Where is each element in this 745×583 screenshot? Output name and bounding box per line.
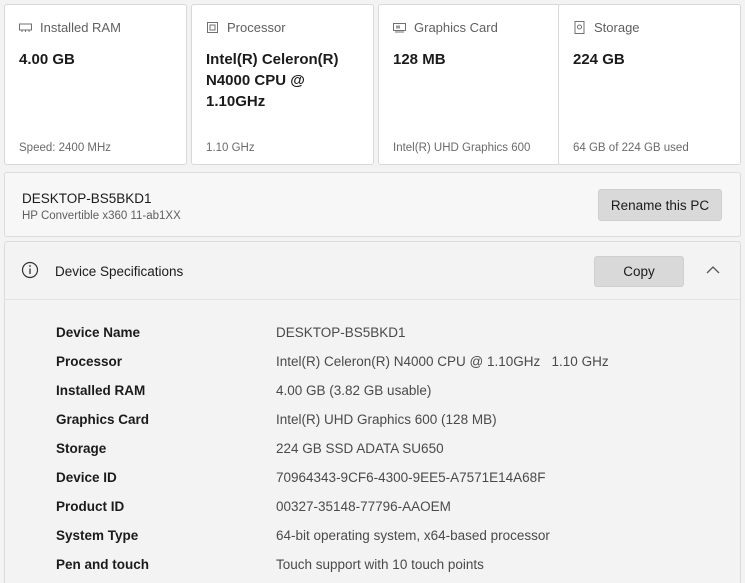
card-storage: Storage 224 GB 64 GB of 224 GB used: [558, 4, 741, 165]
card-value: 128 MB: [393, 51, 446, 68]
rename-pc-button[interactable]: Rename this PC: [598, 189, 722, 221]
card-value: 4.00 GB: [19, 51, 75, 68]
spec-value: Intel(R) UHD Graphics 600 (128 MB): [276, 412, 497, 427]
spec-row-graphics-card: Graphics Card Intel(R) UHD Graphics 600 …: [5, 405, 740, 434]
card-detail: Intel(R) UHD Graphics 600: [393, 142, 531, 154]
pc-model: HP Convertible x360 11-ab1XX: [22, 210, 181, 222]
spec-row-product-id: Product ID 00327-35148-77796-AAOEM: [5, 492, 740, 521]
device-specifications-header[interactable]: Device Specifications Copy: [5, 242, 740, 300]
spec-row-device-name: Device Name DESKTOP-BS5BKD1: [5, 318, 740, 347]
spec-row-pen-and-touch: Pen and touch Touch support with 10 touc…: [5, 550, 740, 579]
card-detail: 64 GB of 224 GB used: [573, 142, 689, 154]
summary-cards: Installed RAM 4.00 GB Speed: 2400 MHz Pr…: [4, 4, 741, 166]
card-header: Installed RAM: [19, 20, 121, 35]
spec-row-installed-ram: Installed RAM 4.00 GB (3.82 GB usable): [5, 376, 740, 405]
card-label: Storage: [594, 20, 640, 35]
spec-row-processor: Processor Intel(R) Celeron(R) N4000 CPU …: [5, 347, 740, 376]
card-label: Installed RAM: [40, 20, 121, 35]
spec-row-storage: Storage 224 GB SSD ADATA SU650: [5, 434, 740, 463]
spec-key: Device ID: [56, 470, 117, 485]
card-header: Processor: [206, 20, 286, 35]
spec-value: Touch support with 10 touch points: [276, 557, 484, 572]
card-label: Graphics Card: [414, 20, 498, 35]
pc-name: DESKTOP-BS5BKD1: [22, 191, 152, 206]
spec-row-device-id: Device ID 70964343-9CF6-4300-9EE5-A7571E…: [5, 463, 740, 492]
spec-value: 00327-35148-77796-AAOEM: [276, 499, 451, 514]
spec-value: 224 GB SSD ADATA SU650: [276, 441, 444, 456]
card-graphics-card: Graphics Card 128 MB Intel(R) UHD Graphi…: [378, 4, 561, 165]
spec-value: DESKTOP-BS5BKD1: [276, 325, 406, 340]
chevron-up-icon[interactable]: [705, 264, 721, 276]
spec-key: Product ID: [56, 499, 125, 514]
ram-icon: [19, 23, 32, 32]
spec-key: Graphics Card: [56, 412, 150, 427]
spec-key: Pen and touch: [56, 557, 150, 572]
graphics-card-icon: [393, 23, 406, 33]
spec-key: Device Name: [56, 325, 141, 340]
card-detail: Speed: 2400 MHz: [19, 142, 112, 154]
spec-value: 70964343-9CF6-4300-9EE5-A7571E14A68F: [276, 470, 546, 485]
copy-button[interactable]: Copy: [594, 256, 684, 287]
spec-key: System Type: [56, 528, 139, 543]
spec-value: Intel(R) Celeron(R) N4000 CPU @ 1.10GHz …: [276, 354, 609, 369]
info-icon: [21, 261, 39, 279]
card-installed-ram: Installed RAM 4.00 GB Speed: 2400 MHz: [4, 4, 187, 165]
pc-name-row: DESKTOP-BS5BKD1 HP Convertible x360 11-a…: [4, 172, 741, 237]
spec-key: Storage: [56, 441, 107, 456]
storage-icon: [574, 21, 585, 34]
device-specifications-panel: Device Specifications Copy Device Name D…: [4, 241, 741, 583]
card-header: Storage: [573, 20, 640, 35]
spec-key: Installed RAM: [56, 383, 146, 398]
spec-row-system-type: System Type 64-bit operating system, x64…: [5, 521, 740, 550]
card-header: Graphics Card: [393, 20, 498, 35]
card-value: Intel(R) Celeron(R) N4000 CPU @ 1.10GHz: [206, 51, 339, 110]
spec-value: 4.00 GB (3.82 GB usable): [276, 383, 432, 398]
spec-value: 64-bit operating system, x64-based proce…: [276, 528, 550, 543]
spec-key: Processor: [56, 354, 123, 369]
processor-icon: [207, 22, 218, 33]
card-label: Processor: [227, 20, 286, 35]
card-detail: 1.10 GHz: [206, 142, 255, 154]
device-specifications-title: Device Specifications: [55, 264, 184, 279]
card-value: 224 GB: [573, 51, 625, 68]
card-processor: Processor Intel(R) Celeron(R) N4000 CPU …: [191, 4, 374, 165]
